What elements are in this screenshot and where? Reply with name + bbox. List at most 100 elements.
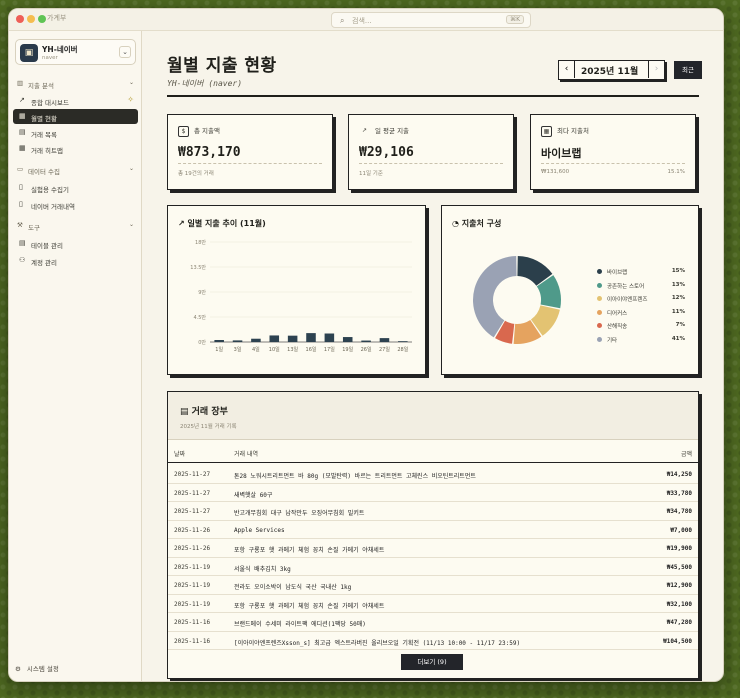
total-spend-card: $ 총 지출액 ₩873,170 총 19건의 거래 — [167, 114, 333, 190]
chart-icon: ▥ — [17, 79, 24, 87]
table-row[interactable]: 2025-11-27 톤28 노워시트리트먼트 바 80g (모발탄력) 바르는 … — [168, 465, 698, 484]
calendar-icon: ▦ — [541, 125, 552, 137]
system-settings-button[interactable]: ⚙ 시스템 설정 — [15, 663, 59, 673]
table-row[interactable]: 2025-11-19 전라도 오이소박이 남도식 국산 국내산 1kg ₩12,90… — [168, 576, 698, 595]
ledger-header: ▤ 거래 장부 2025년 11월 거래 기록 — [168, 392, 698, 440]
sidebar-item-dashboard[interactable]: ↗ 종합 대시보드 ✧ — [13, 93, 138, 108]
top-merchant-card: ▦ 최다 지출처 바이브랩 ₩131,600 15.1% — [530, 114, 696, 190]
y-tick-label: 13.5만 — [190, 264, 206, 271]
gear-icon: ⚙ — [15, 665, 21, 673]
row-amount: ₩7,000 — [670, 526, 692, 534]
row-description: 브랜드메이 수세미 라이트팩 에디션(1팩당 50매) — [234, 621, 366, 628]
legend-item: 디어커스 11% — [597, 308, 685, 322]
table-row[interactable]: 2025-11-26 포항 구룡포 햇 과메기 체험 꽁치 손질 가메기 야채세트… — [168, 539, 698, 558]
row-amount: ₩19,900 — [666, 545, 692, 552]
legend-swatch — [597, 269, 602, 274]
divider — [541, 163, 685, 164]
users-icon: ⚇ — [19, 256, 26, 264]
bar[interactable] — [324, 333, 335, 343]
row-description: 포항 구룡포 햇 과메기 체험 꽁치 손질 가메기 야채세트 — [234, 547, 385, 554]
stat-footnote: ₩131,600 — [541, 169, 570, 175]
chart-legend: 바이브랩 15% 공존하는 스토어 13% 이아이야엔프렌즈 12% 디어커스 11% 산해직송… — [597, 267, 685, 348]
receipt-icon: $ — [178, 125, 189, 137]
legend-swatch — [597, 296, 602, 301]
legend-swatch — [597, 309, 602, 315]
sidebar-item-tables[interactable]: ▤ 테이블 관리 — [13, 236, 138, 251]
x-tick-label: 26일 — [361, 346, 372, 353]
legend-item: 바이브랩 15% — [597, 267, 685, 281]
legend-swatch — [597, 323, 602, 328]
table-row[interactable]: 2025-11-19 포항 구룡포 햇 과메기 체험 꽁치 손질 가메기 야채세트… — [168, 595, 698, 613]
row-date: 2025-11-26 — [174, 526, 211, 534]
sidebar-item-collector[interactable]: ▯ 실험용 수집기 — [13, 180, 138, 195]
legend-percent: 41% — [671, 335, 685, 342]
sparkle-icon: ✧ — [127, 95, 134, 104]
section-tools[interactable]: ⚒ 도구 ⌄ — [15, 219, 136, 233]
stat-footnote: 총 19건의 거래 — [178, 171, 214, 177]
bar[interactable] — [379, 338, 390, 342]
minimize-window-button[interactable] — [27, 15, 35, 23]
wrench-icon: ⚒ — [17, 221, 23, 229]
sidebar-item-naver-history[interactable]: ▯ 네이버 거래내역 — [13, 197, 138, 212]
column-description: 거래 내역 — [234, 451, 258, 458]
chevron-down-icon: ⌄ — [128, 165, 134, 172]
row-amount: ₩45,500 — [666, 563, 692, 571]
table-row[interactable]: 2025-11-27 새벽햇살 60구 ₩33,780 — [168, 484, 698, 502]
bar[interactable] — [361, 340, 371, 342]
bar[interactable] — [269, 335, 280, 342]
x-tick-label: 27일 — [379, 346, 390, 353]
account-switcher[interactable]: ▣ YH-네이버 naver ⌄ — [15, 39, 136, 65]
load-more-button[interactable]: 더보기 (9) — [401, 654, 463, 670]
table-row[interactable]: 2025-11-16 브랜드메이 수세미 라이트팩 에디션(1팩당 50매) ₩47… — [168, 613, 698, 632]
pie-icon: ◔ — [452, 219, 462, 228]
column-amount: 금액 — [680, 451, 692, 458]
row-description: 반고개무침회 대구 납작만두 오징어무침회 밀키트 — [234, 510, 365, 517]
document-icon: ▯ — [19, 183, 23, 191]
bar[interactable] — [342, 337, 353, 342]
sidebar: ▣ YH-네이버 naver ⌄ ▥ 지출 분석 ⌄ ↗ 종합 대시보드 ✧ ▦… — [9, 31, 142, 681]
stat-footnote: 11일 기준 — [359, 171, 383, 177]
legend-item: 산해직송 7% — [597, 321, 685, 335]
close-window-button[interactable] — [16, 15, 24, 23]
bar[interactable] — [306, 333, 316, 342]
table-row[interactable]: 2025-11-26 Apple Services ₩7,000 — [168, 521, 698, 539]
table-row[interactable]: 2025-11-27 반고개무침회 대구 납작만두 오징어무침회 밀키트 ₩34,7… — [168, 502, 698, 521]
composition-title: ◔ 지출처 구성 — [452, 219, 502, 228]
row-date: 2025-11-19 — [174, 600, 211, 608]
zoom-window-button[interactable] — [38, 15, 46, 23]
stat-value: ₩29,106 — [359, 145, 414, 160]
x-tick-label: 19일 — [342, 346, 353, 353]
row-date: 2025-11-26 — [174, 545, 211, 552]
section-data-collection[interactable]: ▭ 데이터 수집 ⌄ — [15, 163, 136, 177]
next-month-button[interactable]: › — [648, 61, 664, 78]
legend-percent: 12% — [671, 295, 685, 301]
legend-percent: 7% — [675, 322, 685, 328]
bar[interactable] — [214, 340, 224, 342]
table-row[interactable]: 2025-11-19 서울식 배추김치 3kg ₩45,500 — [168, 558, 698, 576]
search-input[interactable]: ⌕ 검색... ⌘K — [331, 12, 531, 28]
legend-percent: 13% — [671, 281, 685, 288]
bar[interactable] — [287, 335, 298, 342]
sidebar-item-heatmap[interactable]: ▦ 거래 히트맵 — [13, 141, 138, 156]
chevron-down-icon[interactable]: ⌄ — [119, 46, 131, 58]
row-amount: ₩14,250 — [666, 471, 692, 478]
table-row[interactable]: 2025-11-16 [이아이야엔프렌즈Xsson_s] 최고급 엑스트라버진 올… — [168, 632, 698, 650]
row-amount: ₩47,280 — [666, 619, 692, 626]
recent-button[interactable]: 최근 — [674, 61, 702, 79]
sidebar-item-transactions[interactable]: ▤ 거래 목록 — [13, 125, 138, 140]
bar[interactable] — [251, 338, 261, 342]
bar[interactable] — [398, 341, 408, 342]
row-date: 2025-11-27 — [174, 508, 211, 515]
sidebar-item-accounts[interactable]: ⚇ 계정 관리 — [13, 253, 138, 268]
row-amount: ₩34,780 — [666, 508, 692, 515]
sidebar-item-monthly[interactable]: ▦ 월별 현황 — [13, 109, 138, 124]
search-icon: ⌕ — [340, 16, 345, 25]
bar[interactable] — [232, 340, 243, 342]
stat-label: 일 평균 지출 — [375, 127, 410, 135]
row-date: 2025-11-16 — [174, 637, 211, 645]
prev-month-button[interactable]: ‹ — [559, 61, 575, 78]
section-spending-analysis[interactable]: ▥ 지출 분석 ⌄ — [15, 77, 136, 91]
x-tick-label: 10일 — [269, 346, 280, 353]
legend-percent: 15% — [671, 268, 685, 274]
y-tick-label: 4.5만 — [193, 314, 206, 321]
